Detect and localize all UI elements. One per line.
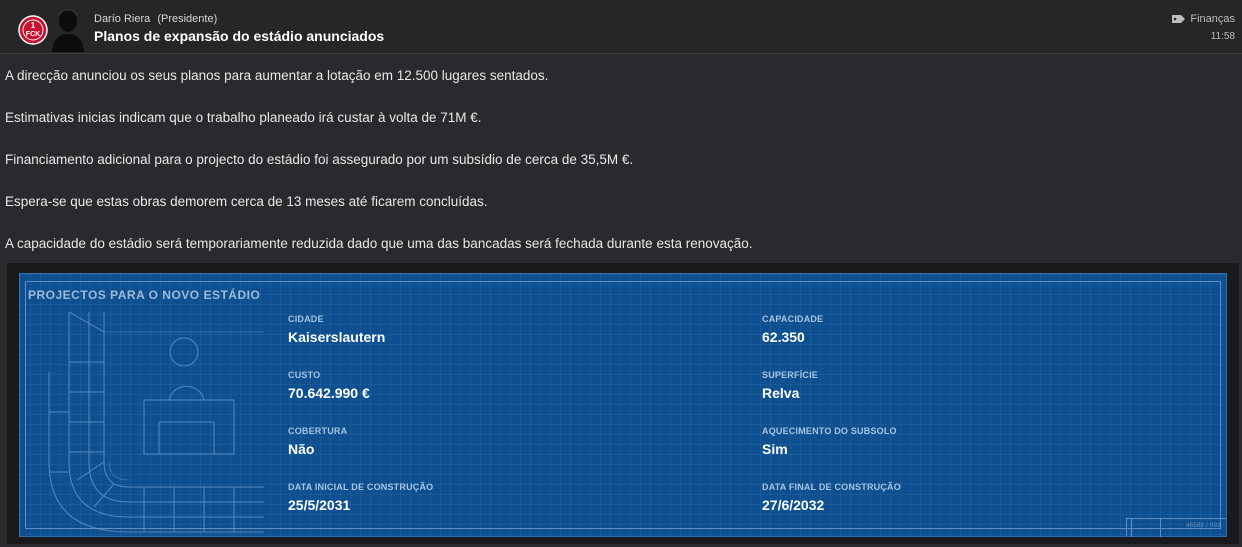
paragraph-2: Estimativas inicias indicam que o trabal… — [5, 110, 482, 125]
paragraph-1: A direcção anunciou os seus planos para … — [5, 68, 549, 83]
stamp-code: 46588 / 092 — [1186, 523, 1221, 529]
stamp-divider — [1131, 519, 1132, 537]
club-badge-icon[interactable]: 1 FCK — [18, 15, 48, 45]
sender-name[interactable]: Darío Riera — [94, 13, 150, 25]
message-header: 1 FCK Darío Riera (Presidente) Planos de… — [0, 0, 1242, 54]
stadium-drawing-icon — [48, 312, 264, 533]
field-value: 27/6/2032 — [762, 497, 825, 513]
field-label: SUPERFÍCIE — [762, 370, 819, 380]
field-end-date: DATA FINAL DE CONSTRUÇÃO 27/6/2032 — [762, 482, 901, 513]
message-subject: Planos de expansão do estádio anunciados — [94, 28, 385, 44]
message-category[interactable]: Finanças — [1172, 13, 1235, 25]
field-roof: COBERTURA Não — [288, 426, 347, 457]
blueprint: PROJECTOS PARA O NOVO ESTÁDIO CIDADE Kai… — [19, 273, 1227, 537]
sender-role: (Presidente) — [157, 13, 218, 25]
field-heating: AQUECIMENTO DO SUBSOLO Sim — [762, 426, 897, 457]
sender: Darío Riera (Presidente) — [94, 13, 217, 25]
field-surface: SUPERFÍCIE Relva — [762, 370, 818, 401]
blueprint-stamp: 46588 / 092 — [1126, 518, 1226, 537]
person-silhouette-icon[interactable] — [51, 4, 85, 52]
field-start-date: DATA INICIAL DE CONSTRUÇÃO 25/5/2031 — [288, 482, 433, 513]
category-label: Finanças — [1190, 13, 1235, 25]
paragraph-4: Espera-se que estas obras demorem cerca … — [5, 194, 488, 209]
field-label: CAPACIDADE — [762, 314, 824, 324]
field-capacity: CAPACIDADE 62.350 — [762, 314, 823, 345]
field-label: DATA INICIAL DE CONSTRUÇÃO — [288, 482, 434, 492]
field-label: CIDADE — [288, 314, 324, 324]
field-cost: CUSTO 70.642.990 € — [288, 370, 370, 401]
svg-text:FCK: FCK — [26, 31, 40, 38]
field-value: 25/5/2031 — [288, 497, 351, 513]
field-value: Não — [288, 441, 315, 457]
field-value: 62.350 — [762, 329, 805, 345]
field-label: DATA FINAL DE CONSTRUÇÃO — [762, 482, 901, 492]
paragraph-3: Financiamento adicional para o projecto … — [5, 152, 634, 167]
field-city: CIDADE Kaiserslautern — [288, 314, 385, 345]
stadium-plans-panel: PROJECTOS PARA O NOVO ESTÁDIO CIDADE Kai… — [7, 263, 1239, 544]
field-label: AQUECIMENTO DO SUBSOLO — [762, 426, 897, 436]
blueprint-title: PROJECTOS PARA O NOVO ESTÁDIO — [28, 288, 261, 302]
stamp-divider — [1160, 519, 1161, 537]
svg-text:1: 1 — [31, 21, 36, 30]
field-label: CUSTO — [288, 370, 321, 380]
field-label: COBERTURA — [288, 426, 348, 436]
field-value: 70.642.990 € — [288, 385, 370, 401]
tag-icon — [1172, 15, 1186, 23]
field-value: Relva — [762, 385, 800, 401]
message-body: A direcção anunciou os seus planos para … — [5, 66, 1235, 276]
field-value: Sim — [762, 441, 788, 457]
message-time: 11:58 — [1210, 31, 1235, 42]
field-value: Kaiserslautern — [288, 329, 386, 345]
